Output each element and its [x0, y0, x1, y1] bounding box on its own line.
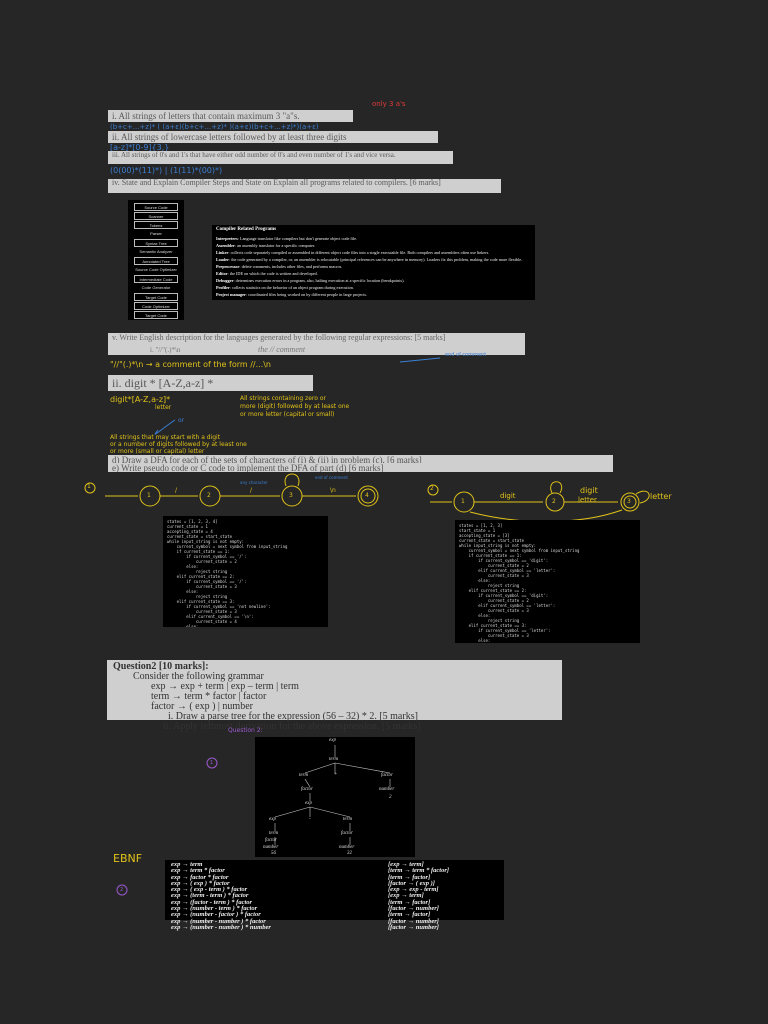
q2-ii: ii. Apply leftmost derivation for the ab…: [163, 721, 421, 732]
derivation-rule: [factor → number]: [388, 923, 439, 931]
blue-arrow-or: [154, 419, 176, 435]
tree-term-right: term: [343, 817, 353, 822]
dfa1-note2: end of comment: [315, 475, 348, 480]
blue-arrow-comment: [399, 357, 441, 363]
tree-factor-right: factor: [381, 773, 393, 778]
dfa1-label: 1: [87, 483, 91, 490]
dfa2-s1: 1: [461, 498, 465, 505]
dfa1-loop: [284, 473, 300, 487]
tree-56: 56: [271, 851, 276, 856]
dfa1-e1: /: [175, 487, 178, 494]
question-2: Question2 [10 marks]: Consider the follo…: [107, 660, 562, 732]
dfa2-e4: letter: [650, 492, 672, 501]
tree-minus: -: [309, 817, 311, 822]
tree-exp-left: exp: [269, 817, 276, 822]
dfa2-e3: letter: [578, 496, 597, 504]
tree-number-r2: number: [339, 845, 355, 850]
q2-label: Question 2:: [228, 727, 263, 734]
derivation-row: exp → (number - number ) * number [factor…: [171, 923, 498, 931]
dfa1-e4: \n: [330, 487, 336, 494]
leftmost-derivation: exp → term [exp → term] exp → term * facto…: [165, 860, 504, 931]
q2-mark1: 1: [210, 760, 214, 766]
tree-number-l2: number: [263, 845, 279, 850]
tree-star: *: [334, 773, 337, 778]
tree-exp: exp: [305, 801, 312, 806]
dfa1-s1: 1: [147, 492, 151, 499]
tree-two: 2: [389, 795, 392, 800]
derivation-step: exp → (number - number ) * number: [171, 923, 271, 931]
tree-term: term: [299, 773, 309, 778]
q2-mark2: 2: [120, 887, 124, 893]
dfa1-s4: 4: [365, 492, 369, 499]
dfa2-s3: 3: [627, 498, 631, 505]
code-panel-2: states = [1, 2, 3] start_state = 1 accepti…: [455, 520, 640, 643]
dfa2-e1: digit: [500, 492, 516, 500]
dfa1-e2: /: [250, 487, 253, 494]
tree-term-top: term: [329, 757, 339, 762]
dfa1-s2: 2: [207, 492, 211, 499]
dfa2-e2: digit: [580, 486, 598, 495]
tree-factor-l2: factor: [265, 838, 277, 843]
tree-factor-r2: factor: [341, 831, 353, 836]
dfa2-label: 2: [430, 485, 434, 492]
tree-factor: factor: [301, 787, 313, 792]
tree-term-left: term: [269, 831, 279, 836]
ebnf-label: EBNF: [113, 852, 143, 865]
parse-tree: exp term term * factor factor number 2 e…: [255, 737, 415, 857]
dfa2-loop-digit: [550, 481, 563, 494]
dfa1-s3: 3: [289, 492, 293, 499]
code-panel-1: states = [1, 2, 3, 4] current_state = 1 ac…: [163, 516, 328, 627]
dfa2-s2: 2: [552, 498, 556, 505]
dfa1-note: any character: [240, 480, 268, 485]
code-line: else:: [167, 624, 199, 627]
tree-number-right: number: [379, 787, 395, 792]
tree-root: exp: [329, 738, 336, 743]
tree-32: 32: [347, 851, 352, 856]
